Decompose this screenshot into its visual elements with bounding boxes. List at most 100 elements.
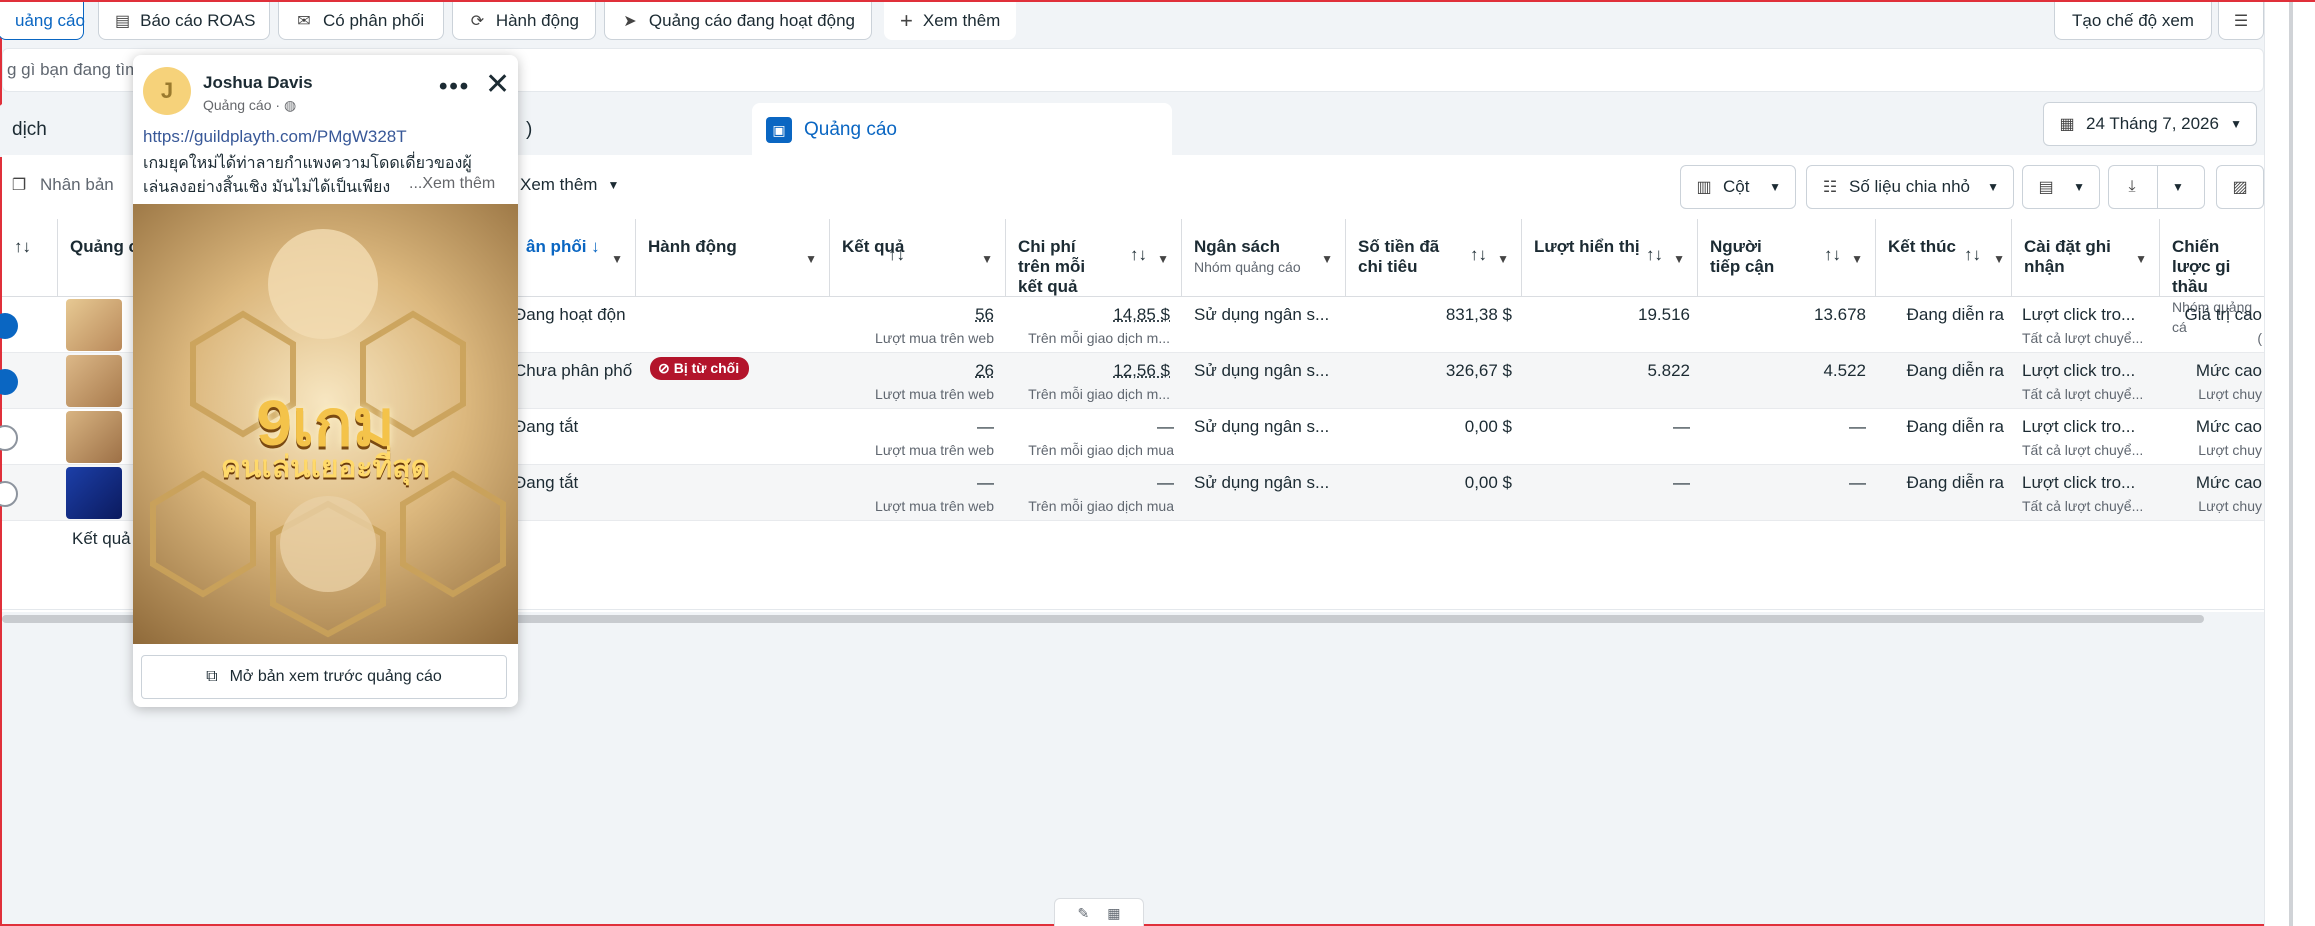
- chevron-down-icon: ▼: [611, 252, 623, 266]
- column-budget[interactable]: Ngân sách Nhóm quảng cáo ▼: [1182, 219, 1346, 297]
- column-sublabel: Nhóm quảng cáo: [1194, 259, 1301, 275]
- charts-button[interactable]: ▨: [2216, 165, 2264, 209]
- bid-value: Mức cao: [2195, 417, 2262, 436]
- action-icon: ⟳: [470, 12, 485, 30]
- post-meta-label: Quảng cáo ·: [203, 97, 281, 113]
- spent-value: 831,38 $: [1445, 305, 1512, 324]
- column-ends[interactable]: Kết thúc ↑↓ ▼: [1876, 219, 2012, 297]
- spent-value: 0,00 $: [1464, 417, 1512, 436]
- grid-icon[interactable]: ▦: [1107, 905, 1120, 922]
- date-range-picker[interactable]: ▦ 24 Tháng 7, 2026 ▼: [2043, 102, 2257, 146]
- results-cell: — Lượt mua trên web: [830, 417, 994, 458]
- budget-value: Sử dụng ngân s...: [1194, 473, 1330, 492]
- bid-sub: Lượt chuy: [2198, 498, 2262, 514]
- cpr-sub: Trên mỗi giao dịch m...: [1028, 330, 1170, 346]
- right-sidebar: [2264, 2, 2315, 926]
- chevron-down-icon: ▼: [2073, 180, 2085, 194]
- chevron-down-icon: ▼: [981, 252, 993, 266]
- ad-link[interactable]: https://guildplayth.com/PMgW328T: [143, 127, 407, 147]
- chevron-down-icon: ▼: [2135, 252, 2147, 266]
- columns-button[interactable]: ▥ Cột ▼: [1680, 165, 1796, 209]
- columns-icon: ▥: [1696, 179, 1712, 196]
- ad-thumbnail[interactable]: [66, 299, 122, 351]
- tab-adsets-label: ): [526, 119, 533, 140]
- tab-campaigns-label: dịch: [12, 119, 47, 140]
- pin-icon[interactable]: ✎: [1078, 905, 1090, 922]
- column-amount-spent[interactable]: Số tiền đã chi tiêu ↑↓ ▼: [1346, 219, 1522, 297]
- see-more-link[interactable]: ...Xem thêm: [409, 175, 495, 193]
- tab-label: Báo cáo ROAS: [140, 10, 256, 30]
- row-toggle-on[interactable]: [0, 369, 18, 395]
- reports-button[interactable]: ▤ ▼: [2022, 165, 2100, 209]
- tab-adsets[interactable]: ): [512, 103, 740, 157]
- attribution-sub: Tất cả lượt chuyể...: [2022, 442, 2144, 458]
- ad-creative-image[interactable]: 9เกม คนเล่นเยอะที่สุด: [133, 204, 518, 644]
- spent-value: 326,67 $: [1445, 361, 1512, 380]
- rejected-badge[interactable]: ⊘ Bị từ chối: [650, 357, 750, 380]
- page-name[interactable]: Joshua Davis: [203, 73, 313, 93]
- column-delivery[interactable]: ân phối ↓ ▼: [514, 219, 636, 297]
- column-attribution[interactable]: Cài đặt ghi nhận ▼: [2012, 219, 2160, 297]
- download-icon: ⤓: [2128, 178, 2136, 195]
- reach-value: —: [1849, 417, 1866, 436]
- create-view-button[interactable]: Tạo chế độ xem: [2054, 2, 2212, 40]
- tab-ads[interactable]: uảng cáo: [0, 2, 85, 40]
- column-results[interactable]: Kết quả ↑↓ ▼: [830, 219, 1006, 297]
- sort-header[interactable]: ↑↓: [2, 219, 58, 297]
- chevron-down-icon: ▼: [1497, 252, 1509, 266]
- results-footer-label: Kết quả: [72, 529, 131, 548]
- tab-delivery[interactable]: ✉ Có phân phối: [278, 2, 444, 40]
- ad-thumbnail[interactable]: [66, 355, 122, 407]
- row-toggle-on[interactable]: [0, 313, 18, 339]
- attribution-value: Lượt click tro...: [2022, 305, 2136, 324]
- ad-thumbnail[interactable]: [66, 467, 122, 519]
- more-actions-button[interactable]: Xem thêm ▼: [520, 175, 619, 195]
- column-actions[interactable]: Hành động ▼: [636, 219, 830, 297]
- calendar-icon: ▦: [2059, 116, 2075, 133]
- export-menu-button[interactable]: ▼: [2157, 165, 2205, 209]
- column-reach[interactable]: Người tiếp cận ↑↓ ▼: [1698, 219, 1876, 297]
- tab-active-ads[interactable]: ➤ Quảng cáo đang hoạt động: [604, 2, 872, 40]
- chart-icon: ▨: [2232, 179, 2248, 196]
- breakdown-button[interactable]: ☷ Số liệu chia nhỏ ▼: [1806, 165, 2014, 209]
- duplicate-button[interactable]: ❐ Nhân bản: [10, 175, 114, 195]
- avatar-letter: J: [160, 78, 174, 103]
- tab-actions[interactable]: ⟳ Hành động: [452, 2, 596, 40]
- ad-thumbnail[interactable]: [66, 411, 122, 463]
- send-icon: ➤: [623, 12, 637, 30]
- tab-label: Hành động: [495, 10, 579, 30]
- column-label: Ngân sách: [1194, 237, 1280, 256]
- column-label: ân phối ↓: [526, 237, 600, 256]
- vertical-scrollbar[interactable]: [2289, 2, 2293, 926]
- column-label: Người tiếp cận: [1710, 237, 1775, 276]
- tab-ads-level[interactable]: ▣ Quảng cáo: [752, 103, 1172, 157]
- attribution-cell: Lượt click tro... Tất cả lượt chuyể...: [2022, 417, 2156, 458]
- column-bid-strategy[interactable]: Chiến lược gi thầu Nhóm quảng cá: [2160, 219, 2264, 335]
- see-more-views-button[interactable]: + Xem thêm: [884, 2, 1016, 40]
- delivery-status: Đang tắt: [514, 473, 579, 492]
- results-cell: — Lượt mua trên web: [830, 473, 994, 514]
- column-impressions[interactable]: Lượt hiển thị ↑↓ ▼: [1522, 219, 1698, 297]
- view-settings-button[interactable]: ☰: [2218, 2, 2264, 40]
- globe-icon: ◍: [283, 97, 297, 113]
- open-preview-button[interactable]: ⧉ Mở bản xem trước quảng cáo: [141, 655, 507, 699]
- tab-label: Quảng cáo đang hoạt động: [648, 10, 855, 30]
- preview-icon: ⧉: [206, 668, 218, 685]
- budget-value: Sử dụng ngân s...: [1194, 305, 1330, 324]
- impressions-value: —: [1673, 473, 1690, 492]
- row-toggle-off[interactable]: [0, 481, 18, 507]
- tab-roas-report[interactable]: ▤ Báo cáo ROAS: [98, 2, 270, 40]
- column-cost-per-result[interactable]: Chi phí trên mỗi kết quả ↑↓ ▼: [1006, 219, 1182, 297]
- results-value: 56: [975, 305, 994, 324]
- export-button[interactable]: ⤓: [2108, 165, 2158, 209]
- sort-icon: ↑↓: [14, 237, 31, 256]
- close-icon[interactable]: ✕: [485, 67, 510, 102]
- tab-ads-level-label: Quảng cáo: [804, 119, 897, 140]
- row-toggle-off[interactable]: [0, 425, 18, 451]
- bid-sub: Lượt chuy: [2198, 442, 2262, 458]
- date-range-label: 24 Tháng 7, 2026: [2086, 114, 2219, 133]
- ends-value: Đang diễn ra: [1906, 417, 2004, 436]
- column-label: Chi phí trên mỗi kết quả: [1018, 237, 1086, 296]
- more-actions-label: Xem thêm: [520, 175, 598, 194]
- more-options-icon[interactable]: •••: [439, 73, 470, 101]
